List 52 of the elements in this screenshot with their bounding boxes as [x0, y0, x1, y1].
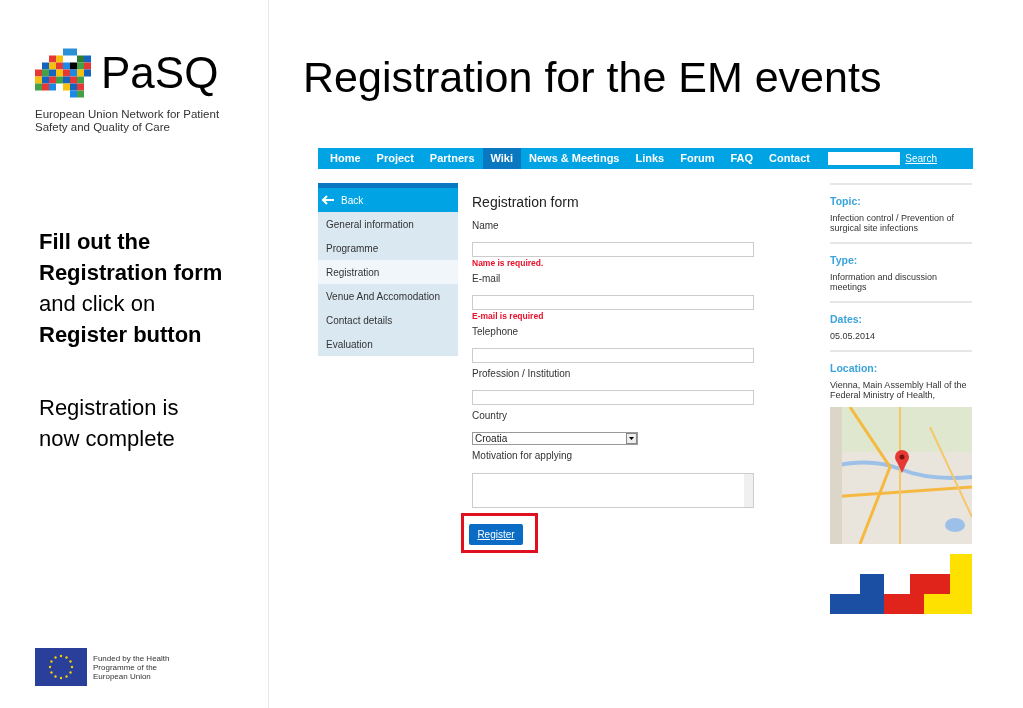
funding-note: Funded by the Health Programme of the European Union	[93, 653, 171, 681]
search-field[interactable]	[828, 152, 901, 165]
field-label: E-mail	[472, 272, 502, 286]
detail-heading: Topic:	[830, 195, 862, 208]
nav-link[interactable]: Links	[627, 148, 673, 169]
error-message: E-mail is required	[472, 311, 545, 321]
eu-flag-icon	[35, 648, 87, 686]
detail-text: 05.05.2014	[830, 331, 877, 341]
detail-text: Infection control / Prevention of surgical site infections	[830, 213, 956, 233]
input-field[interactable]	[472, 390, 754, 405]
input-field[interactable]	[472, 295, 754, 310]
field-label: Profession / Institution	[472, 367, 572, 381]
instruction-text: Registration is now complete	[38, 394, 180, 453]
nav-link[interactable]: Contact	[761, 148, 819, 169]
nav-link[interactable]: Partners	[421, 148, 483, 169]
back-link[interactable]: Back	[318, 188, 458, 212]
instruction-text: Fill out the Registration form and click on Register button	[38, 228, 224, 349]
error-message: Name is required.	[472, 258, 545, 268]
input-field[interactable]	[472, 348, 754, 363]
input-field[interactable]	[472, 242, 754, 257]
nav-link[interactable]: Forum	[672, 148, 723, 169]
nav-link[interactable]: News & Meetings	[521, 148, 628, 169]
sidebar-item[interactable]: Registration	[318, 260, 458, 284]
field-label: Motivation for applying	[472, 449, 574, 463]
field-label: Name	[472, 219, 500, 233]
country-dropdown[interactable]: Croatia	[472, 432, 638, 445]
back-arrow-icon	[321, 195, 335, 205]
search-link[interactable]: Search	[905, 151, 937, 166]
brand-tagline: European Union Network for Patient Safety and Quality of Care	[35, 108, 221, 134]
nav-link[interactable]: Project	[368, 148, 422, 169]
nav-link[interactable]: Wiki	[482, 148, 521, 169]
text-area[interactable]	[472, 473, 754, 508]
sidebar-item[interactable]: Evaluation	[318, 332, 458, 356]
sidebar-item[interactable]: Programme	[318, 236, 458, 260]
nav-link[interactable]: Home	[322, 148, 369, 169]
brand-name: PaSQ	[101, 51, 219, 95]
sidebar-item[interactable]: Contact details	[318, 308, 458, 332]
detail-heading: Type:	[830, 254, 859, 267]
caret-icon	[626, 433, 637, 444]
slide-title: Registration for the EM events	[303, 52, 883, 102]
detail-text: Information and discussion meetings	[830, 272, 939, 292]
detail-heading: Dates:	[830, 313, 864, 326]
field-label: Country	[472, 409, 508, 423]
field-label: Telephone	[472, 325, 520, 339]
form-title: Registration form	[472, 193, 580, 211]
sidebar-item[interactable]: General information	[318, 212, 458, 236]
detail-heading: Location:	[830, 362, 879, 375]
nav-link[interactable]: FAQ	[722, 148, 762, 169]
detail-text: Vienna, Main Assembly Hall of the Federal Ministry of Health,	[830, 380, 968, 400]
scrollbar	[744, 474, 753, 507]
sidebar-item[interactable]: Venue And Accomodation	[318, 284, 458, 308]
register-button[interactable]: Register	[469, 524, 523, 545]
